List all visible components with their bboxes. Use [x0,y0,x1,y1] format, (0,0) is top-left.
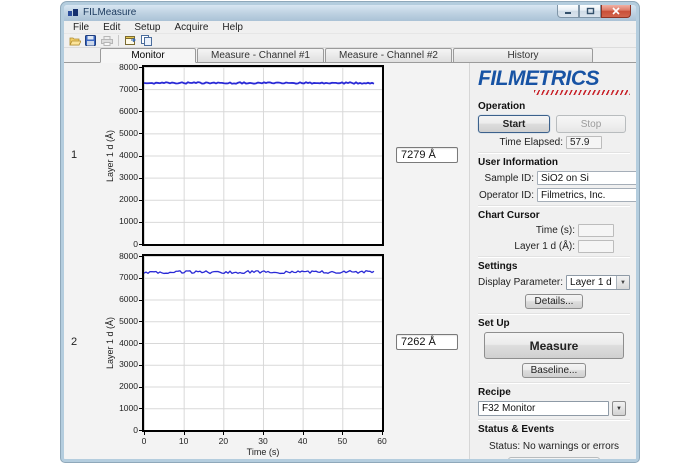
side-panel: FILMETRICS Operation Start Stop Time Ela… [469,63,636,459]
toolbar [64,34,636,48]
operator-id-label: Operator ID: [478,190,534,201]
time-elapsed-label: Time Elapsed: [499,137,563,148]
data-line-channel-1 [144,67,382,244]
maximize-button[interactable] [579,5,601,18]
menubar: FileEditSetupAcquireHelp [64,21,636,34]
stop-button[interactable]: Stop [556,115,626,133]
minimize-button[interactable] [557,5,579,18]
close-button[interactable] [601,5,631,18]
sample-id-label: Sample ID: [478,173,534,184]
minimize-icon [564,8,572,15]
y-axis-label-channel-1: Layer 1 d (Å) [105,129,115,181]
chart-cursor-section: Chart Cursor Time (s): Layer 1 d (Å): [478,205,630,253]
details-button[interactable]: Details... [525,294,583,309]
status-events-section: Status & Events Status: No warnings or e… [478,419,630,462]
tab-measure-channel-1[interactable]: Measure - Channel #1 [197,48,324,62]
menu-item-setup[interactable]: Setup [127,21,167,34]
data-line-channel-2 [144,256,382,430]
status-events-title: Status & Events [478,424,630,435]
toolbar-separator [118,35,119,46]
measure-button[interactable]: Measure [484,332,624,359]
channel-2-reading: 7262 Å [396,334,458,350]
recipe-field[interactable]: F32 Monitor [478,401,609,416]
app-icon [68,8,79,18]
baseline-button[interactable]: Baseline... [522,363,586,378]
open-icon[interactable] [68,35,81,47]
export-icon[interactable] [124,35,137,47]
menu-item-file[interactable]: File [66,21,96,34]
display-parameter-label: Display Parameter: [478,277,563,288]
cursor-layer-value [578,240,614,253]
set-up-title: Set Up [478,318,630,329]
window-title: FILMeasure [83,5,136,21]
y-axis-label-channel-2: Layer 1 d (Å) [105,317,115,369]
tab-monitor[interactable]: Monitor [100,48,196,63]
cursor-time-label: Time (s): [536,225,575,236]
tab-history[interactable]: History [453,48,593,62]
save-icon[interactable] [84,35,97,47]
recipe-value: F32 Monitor [479,403,608,414]
x-axis-label: Time (s) [247,447,280,457]
channel-2-label: 2 [71,336,77,348]
operation-section: Operation Start Stop Time Elapsed: 57.9 [478,97,630,149]
menu-item-acquire[interactable]: Acquire [168,21,216,34]
view-event-log-button[interactable]: View Event Log... [508,457,600,462]
user-information-section: User Information Sample ID: Operator ID: [478,152,630,202]
settings-section: Settings Display Parameter: Layer 1 d ▼ … [478,256,630,309]
chart-plot-channel-2[interactable] [142,254,384,432]
titlebar[interactable]: FILMeasure [64,5,636,21]
menu-item-help[interactable]: Help [215,21,250,34]
filmetrics-logo: FILMETRICS [478,65,630,97]
display-parameter-select[interactable]: Layer 1 d ▼ [566,275,630,290]
filmetrics-logo-hatch [534,90,630,95]
app-window: FILMeasure FileEditSetupAcquireHelp [61,2,639,462]
cursor-layer-label: Layer 1 d (Å): [514,241,575,252]
sample-id-input[interactable] [537,171,639,185]
start-button[interactable]: Start [478,115,550,133]
chevron-down-icon: ▼ [616,406,622,412]
status-text: Status: No warnings or errors [478,441,630,452]
channel-1-reading: 7279 Å [396,147,458,163]
recipe-section: Recipe F32 Monitor ▼ [478,382,630,416]
settings-title: Settings [478,261,630,272]
print-icon[interactable] [100,35,113,47]
filmetrics-logo-text: FILMETRICS [478,68,630,90]
menu-item-edit[interactable]: Edit [96,21,127,34]
channel-1-label: 1 [71,149,77,161]
chart-area: 010002000300040005000600070008000Layer 1… [64,63,469,459]
operation-title: Operation [478,101,630,112]
tab-measure-channel-2[interactable]: Measure - Channel #2 [325,48,452,62]
user-information-title: User Information [478,157,630,168]
monitor-tab-page: 010002000300040005000600070008000Layer 1… [64,63,636,459]
set-up-section: Set Up Measure Baseline... [478,313,630,378]
display-parameter-value: Layer 1 d [567,277,616,288]
copy-icon[interactable] [140,35,153,47]
tab-strip: MonitorMeasure - Channel #1Measure - Cha… [64,48,636,63]
cursor-time-value [578,224,614,237]
recipe-dropdown-button[interactable]: ▼ [612,401,626,416]
chart-plot-channel-1[interactable] [142,65,384,246]
operator-id-input[interactable] [537,188,639,202]
chevron-down-icon: ▼ [616,276,629,289]
recipe-title: Recipe [478,387,630,398]
close-icon [612,7,620,15]
chart-cursor-title: Chart Cursor [478,210,630,221]
maximize-icon [586,7,595,15]
time-elapsed-value: 57.9 [566,136,602,149]
